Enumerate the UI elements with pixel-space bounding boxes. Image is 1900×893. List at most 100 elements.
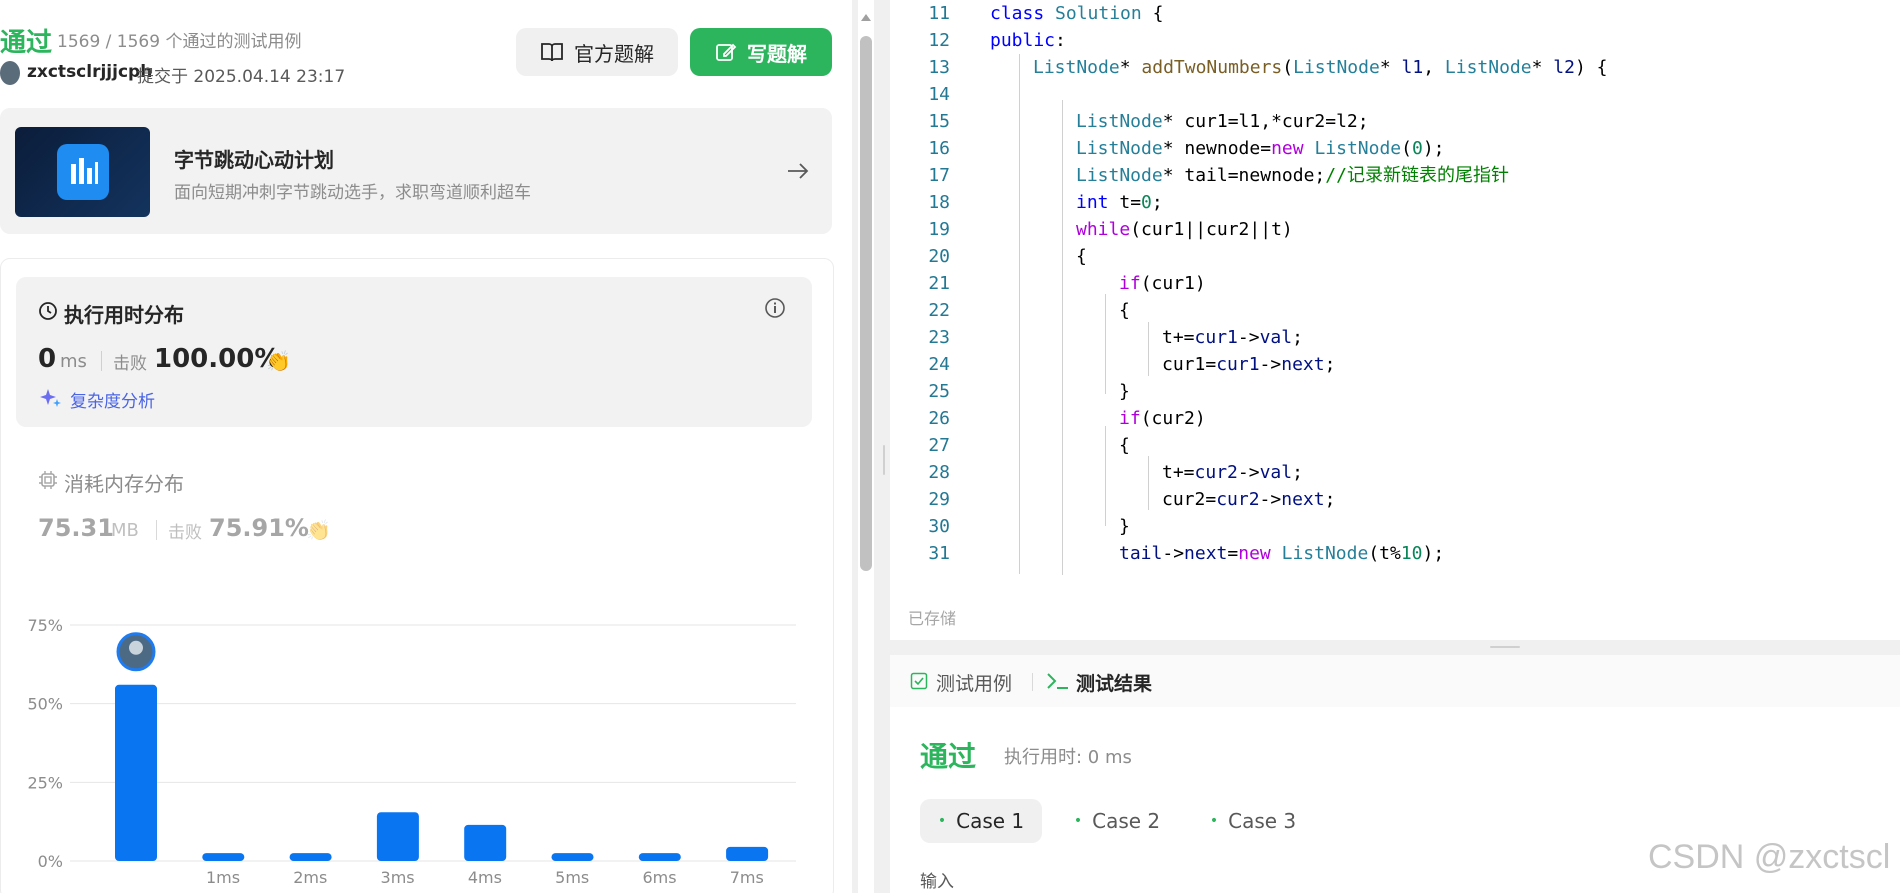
bar-4ms[interactable] [464, 824, 507, 861]
code-line[interactable]: 11 class Solution { [890, 0, 1163, 27]
code-text: ListNode* addTwoNumbers(ListNode* l1, Li… [1033, 57, 1608, 78]
chip-icon [39, 471, 57, 489]
bar-6ms[interactable] [638, 853, 681, 861]
indent-guide [1019, 54, 1020, 574]
case-tab-2[interactable]: • Case 2 [1056, 799, 1178, 843]
bar-0ms[interactable] [115, 684, 157, 861]
code-line[interactable]: 20 { [890, 243, 1087, 270]
watermark: CSDN @zxctscl [1648, 838, 1891, 876]
x-tick-label: 1ms [206, 868, 240, 887]
bar-5ms[interactable] [551, 853, 594, 861]
runtime-title: 执行用时分布 [64, 303, 184, 327]
code-text: ListNode* newnode=new ListNode(0); [1076, 138, 1445, 159]
avatar[interactable] [0, 61, 20, 85]
line-number: 21 [928, 273, 950, 294]
promo-card[interactable]: 字节跳动心动计划 面向短期冲刺字节跳动选手，求职弯道顺利超车 [0, 108, 832, 234]
bar-2ms[interactable] [289, 853, 332, 861]
arrow-right-icon [788, 163, 809, 179]
code-line[interactable]: 30} [890, 513, 1130, 540]
write-solution-button[interactable]: 写题解 [690, 28, 832, 76]
panel-resize-handle[interactable] [1490, 646, 1520, 648]
complexity-analysis-link[interactable]: 复杂度分析 [70, 387, 155, 412]
line-number: 11 [928, 3, 950, 24]
code-line[interactable]: 19 while(cur1||cur2||t) [890, 216, 1292, 243]
code-line[interactable]: 21 if(cur1) [890, 270, 1205, 297]
saved-status: 已存储 [908, 609, 957, 628]
indent-guide [1148, 322, 1149, 376]
tab-testcase[interactable]: 测试用例 [936, 669, 1012, 696]
code-line[interactable]: 17 ListNode* tail=newnode;//记录新链表的尾指针 [890, 162, 1509, 189]
x-tick-label: 5ms [555, 868, 589, 887]
sparkle-icon [40, 389, 61, 407]
code-line[interactable]: 28 t+=cur2->val; [890, 459, 1303, 486]
official-solution-button[interactable]: 官方题解 [516, 28, 678, 76]
case-tab-3[interactable]: • Case 3 [1192, 799, 1314, 843]
indent-guide [1105, 426, 1106, 526]
runtime-beats-value: 100.00% [154, 344, 281, 374]
code-line[interactable]: 25} [890, 378, 1130, 405]
line-number: 22 [928, 300, 950, 321]
line-number: 31 [928, 543, 950, 564]
code-line[interactable]: 15 ListNode* cur1=l1,*cur2=l2; [890, 108, 1368, 135]
status-label: 通过 [0, 28, 53, 58]
line-number: 26 [928, 408, 950, 429]
checkbox-icon [910, 672, 928, 690]
x-tick-label: 3ms [381, 868, 415, 887]
passed-cases-text: 1569 / 1569 个通过的测试用例 [57, 32, 302, 52]
scroll-up-icon[interactable] [858, 10, 874, 24]
code-text: { [1119, 435, 1130, 456]
line-number: 18 [928, 192, 950, 213]
bytedance-logo-icon [57, 144, 109, 200]
code-line[interactable]: 31 tail->next=new ListNode(t%10); [890, 540, 1444, 567]
line-number: 27 [928, 435, 950, 456]
code-area[interactable]: 11 class Solution {12 public: 13 ListNode* a… [890, 0, 1900, 575]
bar-7ms[interactable] [726, 846, 769, 861]
y-tick-label: 25% [27, 773, 63, 792]
case-label: Case 1 [956, 809, 1025, 833]
memory-card[interactable]: 消耗内存分布 75.31 MB 击败 75.91% 👏 [16, 460, 812, 560]
memory-title: 消耗内存分布 [64, 472, 184, 496]
line-number: 14 [928, 84, 950, 105]
runtime-distribution-chart: 0% 25% 50% 75% 1ms 2ms 3ms 4ms 5ms 6ms 7ms [27, 616, 796, 887]
user-avatar-marker [116, 632, 156, 672]
info-icon[interactable] [764, 297, 786, 319]
promo-subtitle: 面向短期冲刺字节跳动选手，求职弯道顺利超车 [174, 183, 531, 203]
tab-result[interactable]: 测试结果 [1076, 669, 1152, 696]
code-editor[interactable]: 11 class Solution {12 public: 13 ListNode* a… [890, 0, 1900, 640]
runtime-card[interactable]: 执行用时分布 0 ms 击败 100.00% 👏 复杂度分析 [16, 277, 812, 427]
code-text: } [1119, 381, 1130, 402]
terminal-icon [1047, 673, 1068, 689]
panel-resize-handle[interactable] [883, 445, 885, 475]
divider [1032, 673, 1033, 691]
code-line[interactable]: 29 cur2=cur2->next; [890, 486, 1335, 513]
case-tab-1[interactable]: • Case 1 [920, 799, 1042, 843]
y-tick-label: 50% [27, 695, 63, 714]
result-runtime: 执行用时: 0 ms [1004, 747, 1132, 768]
divider [156, 520, 157, 540]
x-tick-label: 2ms [293, 868, 327, 887]
divider [101, 351, 102, 371]
y-tick-label: 75% [27, 616, 63, 635]
submission-panel: 通过 1569 / 1569 个通过的测试用例 zxctsclrjjjcph 提… [0, 0, 852, 893]
code-line[interactable]: 23 t+=cur1->val; [890, 324, 1303, 351]
code-line[interactable]: 27 { [890, 432, 1130, 459]
bar-1ms[interactable] [202, 853, 245, 861]
code-line[interactable]: 24 cur1=cur1->next; [890, 351, 1335, 378]
code-line[interactable]: 12 public: [890, 27, 1066, 54]
memory-unit: MB [111, 520, 139, 541]
left-scrollbar-thumb[interactable] [860, 36, 872, 571]
code-line[interactable]: 26 if(cur2) [890, 405, 1205, 432]
code-text: t+=cur2->val; [1162, 462, 1303, 483]
line-number: 15 [928, 111, 950, 132]
bar-3ms[interactable] [376, 812, 419, 861]
runtime-value: 0 [38, 344, 57, 374]
code-line[interactable]: 13 ListNode* addTwoNumbers(ListNode* l1, … [890, 54, 1607, 81]
x-tick-label: 7ms [730, 868, 764, 887]
code-line[interactable]: 14 [890, 81, 990, 108]
code-line[interactable]: 16 ListNode* newnode=new ListNode(0); [890, 135, 1445, 162]
code-text: } [1119, 516, 1130, 537]
username-link[interactable]: zxctsclrjjjcph [27, 62, 152, 82]
code-line[interactable]: 22 { [890, 297, 1130, 324]
code-line[interactable]: 18 int t=0; [890, 189, 1162, 216]
code-text: public: [990, 30, 1066, 51]
